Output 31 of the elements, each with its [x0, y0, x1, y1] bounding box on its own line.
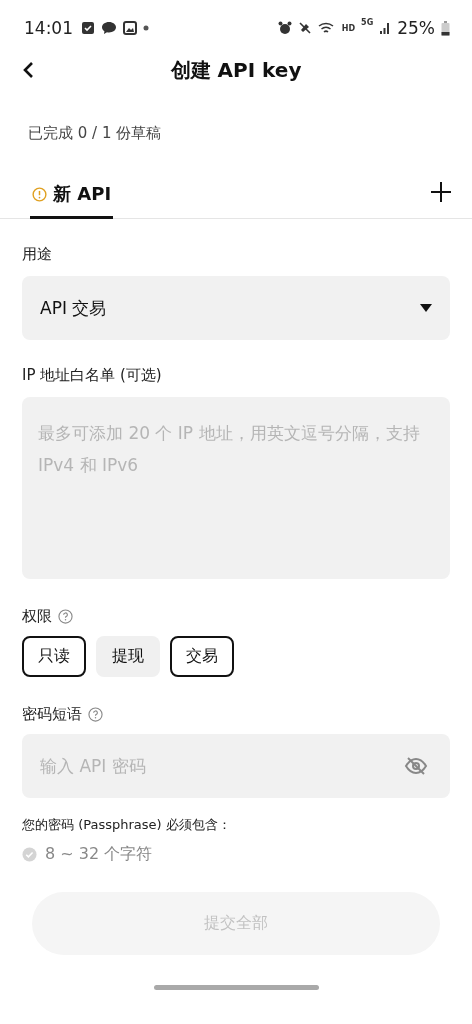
rule-text: 8 ~ 32 个字符	[45, 844, 153, 865]
dropdown-caret-icon	[420, 304, 432, 312]
wifi-icon	[317, 21, 336, 35]
permission-chip[interactable]: 提现	[96, 636, 160, 677]
checkbox-notification-icon	[81, 21, 95, 35]
passphrase-note: 您的密码 (Passphrase) 必须包含：	[22, 816, 232, 834]
help-icon[interactable]	[88, 707, 103, 722]
battery-percent: 25%	[397, 18, 435, 38]
ip-whitelist-field[interactable]: 最多可添加 20 个 IP 地址，用英文逗号分隔，支持 IPv4 和 IPv6	[22, 397, 450, 579]
add-icon[interactable]	[430, 181, 452, 203]
purpose-dropdown[interactable]: API 交易	[22, 276, 450, 340]
help-icon[interactable]	[58, 609, 73, 624]
page-title: 创建 API key	[169, 56, 303, 84]
network-label: HD	[341, 23, 356, 33]
status-time: 14:01	[24, 18, 73, 38]
image-icon	[123, 21, 137, 35]
back-icon[interactable]	[22, 61, 34, 79]
field-label: 密码短语	[22, 705, 82, 724]
network-label: 5G	[361, 18, 374, 27]
dot-icon	[143, 25, 149, 31]
hidden-eye-icon[interactable]	[404, 756, 428, 776]
draft-tab[interactable]: 新 API	[30, 176, 114, 219]
field-label: 用途	[22, 245, 53, 264]
passphrase-field[interactable]: 输入 API 密码	[22, 734, 450, 798]
signal-icon	[379, 21, 392, 35]
chat-bubble-icon	[101, 21, 117, 35]
field-label: IP 地址白名单 (可选)	[22, 366, 163, 385]
permission-chip[interactable]: 交易	[170, 636, 234, 677]
permission-chip[interactable]: 只读	[22, 636, 86, 677]
battery-icon	[441, 20, 450, 36]
field-label: 权限	[22, 607, 52, 626]
